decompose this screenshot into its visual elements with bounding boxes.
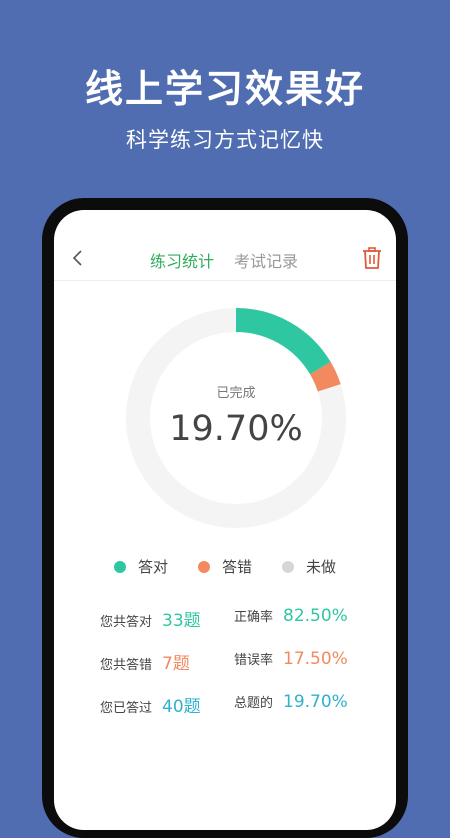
stat-answered-count: 您已答过 40题 [100,692,234,717]
top-bar: 练习统计 考试记录 [54,240,396,281]
progress-donut: 已完成 19.70% [126,308,346,528]
stat-wrong-rate: 错误率 17.50% [234,649,394,674]
trash-icon[interactable] [360,246,384,270]
stat-label: 错误率 [234,653,274,668]
legend-dot-undone [282,560,294,573]
stat-correct-count: 您共答对 33题 [100,606,234,631]
stat-label: 总题的 [234,696,274,711]
back-icon[interactable] [66,246,90,270]
stat-value: 33题 [162,611,201,631]
stat-value: 7题 [162,654,190,674]
subline: 科学练习方式记忆快 [126,128,324,152]
legend-item-undone: 未做 [282,556,336,577]
stats-grid: 您共答对 33题 正确率 82.50% 您共答错 7题 错误率 17.50% 您… [100,606,396,717]
stat-correct-rate: 正确率 82.50% [234,606,394,631]
stat-value: 82.50% [283,606,348,626]
phone-frame: 练习统计 考试记录 已完成 19.70% 答对 答错 未做 您共答对 33题 正… [42,198,408,838]
phone-screen: 练习统计 考试记录 已完成 19.70% 答对 答错 未做 您共答对 33题 正… [54,210,396,830]
legend-label: 答对 [137,558,168,576]
stat-value: 17.50% [283,649,348,669]
stat-value: 40题 [162,697,201,717]
donut-center: 已完成 19.70% [126,308,346,528]
tab-bar: 练习统计 考试记录 [150,248,298,272]
completed-label: 已完成 [216,385,256,401]
completed-value: 19.70% [169,408,303,449]
stat-value: 19.70% [283,692,348,712]
legend-dot-correct [113,560,126,573]
legend-label: 答错 [221,558,252,576]
legend-label: 未做 [306,558,337,576]
stat-label: 您共答错 [100,658,153,673]
legend: 答对 答错 未做 [54,556,396,577]
legend-item-correct: 答对 [113,556,168,577]
stat-label: 正确率 [234,610,274,625]
headline: 线上学习效果好 [84,67,365,111]
legend-item-wrong: 答错 [197,556,252,577]
stat-wrong-count: 您共答错 7题 [100,649,234,674]
tab-practice-stats[interactable]: 练习统计 [150,248,214,272]
stat-label: 您已答过 [100,701,153,716]
legend-dot-wrong [197,560,210,573]
tab-exam-records[interactable]: 考试记录 [234,248,298,272]
stat-total-progress: 总题的 19.70% [234,692,394,717]
stat-label: 您共答对 [100,615,153,630]
